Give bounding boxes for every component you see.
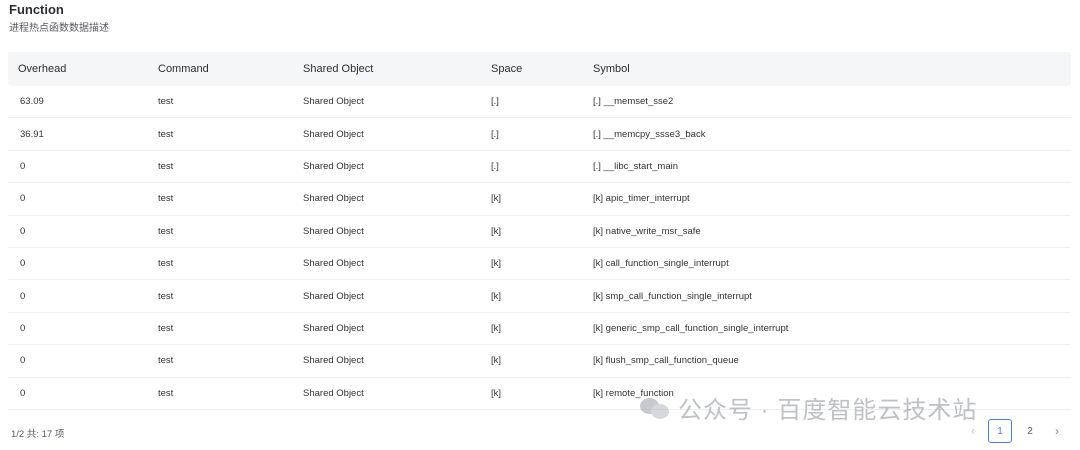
page-button-2[interactable]: 2: [1018, 419, 1042, 443]
column-header-command[interactable]: Command: [158, 63, 209, 75]
overhead-cell: 0: [20, 355, 26, 367]
command-cell: test: [158, 96, 174, 108]
space-cell: [k]: [491, 193, 502, 205]
overhead-cell: 0: [20, 225, 26, 237]
command-cell: test: [158, 160, 174, 172]
space-cell: [k]: [491, 322, 502, 334]
shared-object-cell: Shared Object: [303, 160, 364, 172]
symbol-cell: [k] native_write_msr_safe: [593, 225, 701, 237]
command-cell: test: [158, 387, 174, 399]
shared-object-cell: Shared Object: [303, 193, 364, 205]
command-cell: test: [158, 258, 174, 270]
command-cell: test: [158, 225, 174, 237]
symbol-cell: [k] generic_smp_call_function_single_int…: [593, 322, 789, 334]
shared-object-cell: Shared Object: [303, 258, 364, 270]
column-header-space[interactable]: Space: [491, 63, 522, 75]
column-header-overhead[interactable]: Overhead: [18, 63, 66, 75]
symbol-cell: [k] call_function_single_interrupt: [593, 258, 729, 270]
overhead-cell: 0: [20, 160, 26, 172]
space-cell: [k]: [491, 225, 502, 237]
page-header: Function 进程热点函数数据描述: [9, 0, 109, 35]
column-header-shared-object[interactable]: Shared Object: [303, 63, 373, 75]
overhead-cell: 0: [20, 322, 26, 334]
space-cell: [k]: [491, 355, 502, 367]
wechat-icon: [640, 396, 670, 420]
shared-object-cell: Shared Object: [303, 290, 364, 302]
symbol-cell: [k] apic_timer_interrupt: [593, 193, 690, 205]
space-cell: [.]: [491, 96, 499, 108]
pagination-info: 1/2 共: 17 项: [11, 429, 65, 440]
shared-object-cell: Shared Object: [303, 128, 364, 140]
table-row[interactable]: 0 test Shared Object [k] [k] generic_smp_cal…: [8, 313, 1071, 346]
symbol-cell: [k] smp_call_function_single_interrupt: [593, 290, 752, 302]
watermark-text: 公众号 · 百度智能云技术站: [678, 397, 978, 424]
symbol-cell: [.] __memcpy_ssse3_back: [593, 128, 706, 140]
shared-object-cell: Shared Object: [303, 322, 364, 334]
overhead-cell: 63.09: [20, 96, 44, 108]
table-row[interactable]: 0 test Shared Object [k] [k] apic_timer_inte…: [8, 183, 1071, 216]
table-row[interactable]: 36.91 test Shared Object [.] [.] __memcpy_ss…: [8, 118, 1071, 151]
command-cell: test: [158, 193, 174, 205]
shared-object-cell: Shared Object: [303, 387, 364, 399]
overhead-cell: 0: [20, 290, 26, 302]
table-body: 63.09 test Shared Object [.] [.] __memset_ss…: [8, 86, 1071, 410]
overhead-cell: 0: [20, 387, 26, 399]
command-cell: test: [158, 290, 174, 302]
page-title: Function: [9, 2, 64, 17]
chevron-right-icon[interactable]: ›: [1048, 419, 1066, 443]
watermark: 公众号 · 百度智能云技术站: [640, 390, 977, 425]
space-cell: [.]: [491, 128, 499, 140]
table-row[interactable]: 0 test Shared Object [k] [k] smp_call_functi…: [8, 280, 1071, 313]
column-header-symbol[interactable]: Symbol: [593, 63, 630, 75]
pagination: ‹ 1 2 ›: [964, 419, 1066, 443]
space-cell: [k]: [491, 290, 502, 302]
table-row[interactable]: 63.09 test Shared Object [.] [.] __memset_ss…: [8, 86, 1071, 119]
table-row[interactable]: 0 test Shared Object [k] [k] call_function_s…: [8, 248, 1071, 281]
table-row[interactable]: 0 test Shared Object [k] [k] native_write_ms…: [8, 216, 1071, 248]
command-cell: test: [158, 355, 174, 367]
space-cell: [k]: [491, 387, 502, 399]
page-subtitle: 进程热点函数数据描述: [9, 23, 109, 34]
shared-object-cell: Shared Object: [303, 96, 364, 108]
symbol-cell: [k] flush_smp_call_function_queue: [593, 355, 739, 367]
page-button-1[interactable]: 1: [988, 419, 1012, 443]
symbol-cell: [.] __libc_start_main: [593, 160, 679, 172]
command-cell: test: [158, 322, 174, 334]
command-cell: test: [158, 128, 174, 140]
overhead-cell: 0: [20, 258, 26, 270]
table-row[interactable]: 0 test Shared Object [k] [k] flush_smp_call_…: [8, 345, 1071, 378]
space-cell: [.]: [491, 160, 499, 172]
table-row[interactable]: 0 test Shared Object [.] [.] __libc_start_ma…: [8, 151, 1071, 184]
shared-object-cell: Shared Object: [303, 355, 364, 367]
overhead-cell: 36.91: [20, 128, 44, 140]
overhead-cell: 0: [20, 193, 26, 205]
shared-object-cell: Shared Object: [303, 225, 364, 237]
function-table: Overhead Command Shared Object Space Sym…: [8, 52, 1071, 410]
table-header: Overhead Command Shared Object Space Sym…: [8, 52, 1071, 86]
space-cell: [k]: [491, 258, 502, 270]
symbol-cell: [.] __memset_sse2: [593, 96, 674, 108]
